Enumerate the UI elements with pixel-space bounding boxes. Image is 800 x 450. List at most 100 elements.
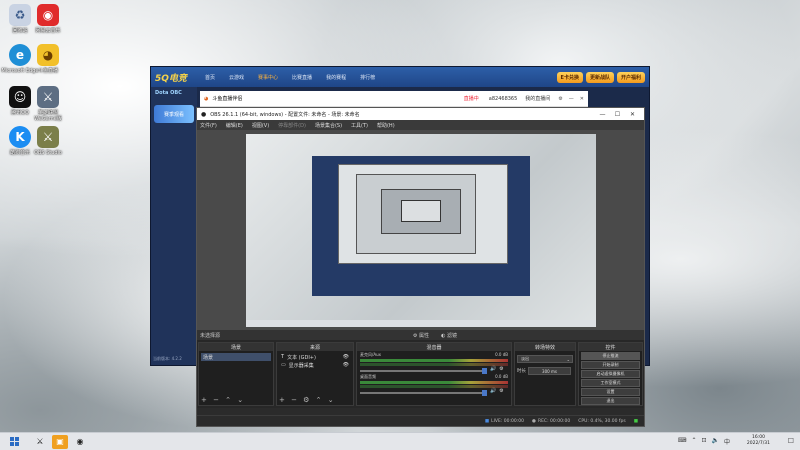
- launcher-nav-item[interactable]: 云游戏: [229, 74, 244, 81]
- menu-scene-collection[interactable]: 场景集合(S): [315, 122, 342, 129]
- scene-item[interactable]: 场景: [201, 353, 271, 361]
- duration-input[interactable]: 300 ms: [528, 367, 571, 375]
- controls-header: 控件: [579, 343, 642, 351]
- nested-capture-5: [401, 200, 441, 222]
- source-item-text[interactable]: T 文本 (GDI+) 👁: [279, 353, 351, 361]
- volume-slider[interactable]: [360, 389, 487, 396]
- obs-window: ● OBS 26.1.1 (64-bit, windows) - 配置文件: 未…: [196, 107, 645, 427]
- desktop-icon-lol[interactable]: ⚔ 英雄联盟WeGame版: [28, 86, 68, 122]
- exit-button[interactable]: 退出: [581, 397, 640, 405]
- menu-docks[interactable]: 停靠部件(D): [278, 122, 306, 129]
- scene-controls[interactable]: + − ⌃ ⌄: [201, 396, 245, 404]
- transitions-dock: 转场特效 淡出 ⌄ 时长 300 ms: [514, 342, 576, 406]
- studio-mode-button[interactable]: 工作室模式: [581, 379, 640, 387]
- desktop-icon-label: 网易云音乐: [35, 28, 61, 34]
- nested-taskbar: [246, 320, 596, 327]
- obs-maximize-icon[interactable]: ☐: [610, 111, 625, 118]
- taskbar-lol-icon[interactable]: ⚔: [32, 435, 48, 449]
- text-source-icon: T: [281, 354, 285, 360]
- visibility-icon[interactable]: 👁: [343, 354, 349, 360]
- start-recording-button[interactable]: 开始录制: [581, 361, 640, 369]
- stop-streaming-button[interactable]: 停止推流: [581, 352, 640, 360]
- bonus-button[interactable]: 开户福利: [616, 71, 645, 83]
- live-time: LIVE: 00:00:00: [491, 418, 525, 424]
- channel-name: 桌面音频: [360, 374, 376, 379]
- minimize-icon[interactable]: —: [569, 96, 574, 102]
- sources-dock: 来源 T 文本 (GDI+) 👁 ▭ 显示器采集 👁 + − ⚙ ⌃ ⌄: [276, 342, 354, 406]
- visibility-icon[interactable]: 👁: [343, 362, 349, 368]
- menu-edit[interactable]: 编辑(E): [226, 122, 243, 129]
- stream-health-icon: ■: [633, 418, 638, 424]
- launcher-nav-item[interactable]: 首页: [205, 74, 215, 81]
- obs-minimize-icon[interactable]: —: [595, 111, 610, 118]
- transition-select[interactable]: 淡出 ⌄: [517, 355, 573, 363]
- launcher-nav-item-active[interactable]: 赛事中心: [258, 74, 278, 81]
- properties-label: 属性: [419, 332, 430, 339]
- ime-lang[interactable]: 中: [724, 437, 730, 446]
- launcher-banner[interactable]: 赛季观看: [154, 105, 194, 123]
- netease-music-icon: ◉: [37, 4, 59, 26]
- desktop-icon-douyu[interactable]: ◕ 斗鱼直播: [28, 44, 68, 74]
- live-assistant-bar: ◕ 斗鱼直播伴侣 直播中 a82468365 我的直播间 ⚙ — ✕: [200, 91, 588, 107]
- display-source-icon: ▭: [281, 362, 286, 368]
- transition-type: 淡出: [521, 356, 529, 361]
- rec-time: REC: 00:00:00: [537, 418, 571, 424]
- user-id[interactable]: a82468365: [489, 96, 518, 102]
- launcher-nav-item[interactable]: 我的赛程: [326, 74, 346, 81]
- menu-file[interactable]: 文件(F): [200, 122, 217, 129]
- scenes-header: 场景: [199, 343, 273, 351]
- preview-canvas[interactable]: [246, 134, 596, 327]
- source-label: 文本 (GDI+): [287, 354, 316, 361]
- assistant-title: 斗鱼直播伴侣: [212, 96, 243, 102]
- launcher-nav-item[interactable]: 比赛直播: [292, 74, 312, 81]
- menu-view[interactable]: 视图(V): [252, 122, 269, 129]
- speaker-icon[interactable]: 🔊: [490, 388, 496, 394]
- obs-preview-area[interactable]: [197, 130, 644, 330]
- menu-tools[interactable]: 工具(T): [351, 122, 368, 129]
- sources-header: 来源: [277, 343, 353, 351]
- update-team-button[interactable]: 更新战队: [585, 71, 614, 83]
- clock-date: 2022/7/31: [746, 441, 770, 446]
- gear-icon[interactable]: ⚙: [499, 366, 503, 372]
- menu-help[interactable]: 帮助(H): [377, 122, 395, 129]
- launcher-side-title: Dota OBC: [155, 90, 182, 96]
- desktop-icon-netease-music[interactable]: ◉ 网易云音乐: [28, 4, 68, 34]
- mixer-channel-mic: 麦克风/Aux 0.0 dB 🔊 ⚙: [357, 351, 511, 374]
- cpu-fps: CPU: 0.4%, 30.00 fps: [578, 418, 626, 424]
- source-item-display[interactable]: ▭ 显示器采集 👁: [279, 361, 351, 369]
- obs-statusbar: ■ LIVE: 00:00:00 ● REC: 00:00:00 CPU: 0.…: [197, 415, 644, 426]
- speaker-icon[interactable]: 🔊: [490, 366, 496, 372]
- obs-close-icon[interactable]: ✕: [625, 111, 640, 118]
- keyboard-icon[interactable]: ⌨: [678, 437, 687, 446]
- gear-icon[interactable]: ⚙: [499, 388, 503, 394]
- chevron-up-icon[interactable]: ⌃: [691, 437, 696, 446]
- duration-value: 300 ms: [542, 368, 557, 374]
- system-tray: ⌨ ⌃ ⊡ 🔈 中: [673, 437, 730, 446]
- taskbar-launcher-icon[interactable]: ▣: [52, 434, 68, 449]
- source-controls[interactable]: + − ⚙ ⌃ ⌄: [279, 396, 336, 404]
- launcher-nav-item[interactable]: 排行榜: [360, 74, 375, 81]
- taskbar-obs-icon[interactable]: ◉: [72, 435, 88, 449]
- douyu-logo-icon: ◕: [204, 95, 209, 102]
- start-icon[interactable]: [6, 435, 22, 449]
- lol-icon: ⚔: [37, 86, 59, 108]
- channel-db: 0.0 dB: [495, 374, 508, 379]
- network-icon[interactable]: ⊡: [701, 437, 706, 446]
- filters-button[interactable]: ◐ 滤镜: [441, 332, 457, 339]
- clock[interactable]: 16:00 2022/7/31: [747, 435, 770, 447]
- taskbar: ⚔ ▣ ◉ ⌨ ⌃ ⊡ 🔈 中 16:00 2022/7/31 ☐: [0, 432, 800, 450]
- live-indicator-icon: ■: [484, 418, 490, 424]
- properties-button[interactable]: ⚙ 属性: [413, 332, 429, 339]
- desktop-icon-obs[interactable]: ⚔ OBS Studio: [28, 126, 68, 156]
- close-icon[interactable]: ✕: [580, 96, 584, 102]
- settings-icon[interactable]: ⚙: [558, 96, 562, 102]
- volume-icon[interactable]: 🔈: [712, 437, 719, 446]
- volume-slider[interactable]: [360, 367, 487, 374]
- virtual-camera-button[interactable]: 启动虚拟摄像机: [581, 370, 640, 378]
- desktop-icon-label: OBS Studio: [34, 150, 62, 156]
- notification-icon[interactable]: ☐: [788, 437, 794, 445]
- settings-button[interactable]: 设置: [581, 388, 640, 396]
- my-room-link[interactable]: 我的直播间: [525, 95, 550, 102]
- ecard-exchange-button[interactable]: E卡兑换: [556, 71, 583, 83]
- mixer-dock: 混音器 麦克风/Aux 0.0 dB 🔊 ⚙ 桌面音频 0.0 dB 🔊 ⚙: [356, 342, 512, 406]
